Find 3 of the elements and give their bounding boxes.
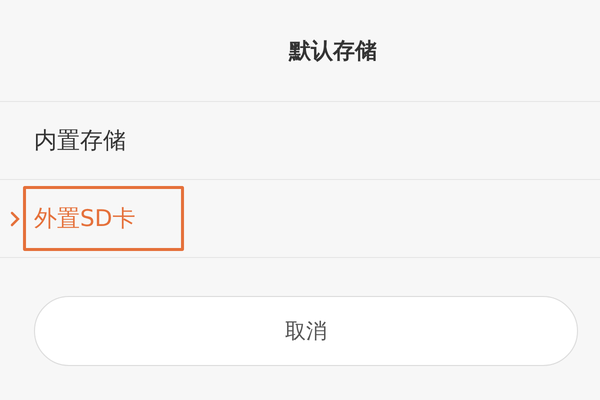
cancel-button[interactable]: 取消 (34, 296, 578, 366)
storage-option[interactable]: 内置存储 (34, 125, 126, 156)
dialog-title: 默认存储 (289, 38, 377, 66)
